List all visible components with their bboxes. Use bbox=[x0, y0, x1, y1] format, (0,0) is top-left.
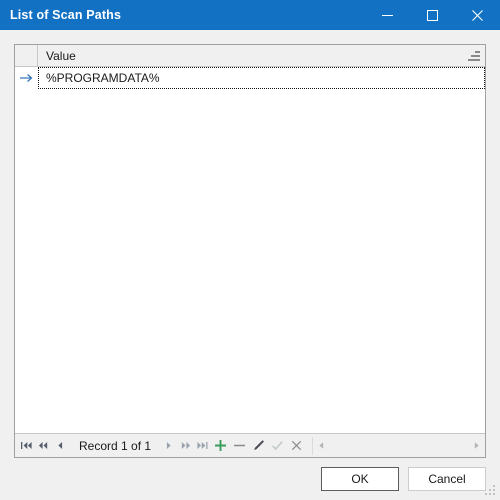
nav-first-record-button[interactable] bbox=[18, 435, 35, 457]
close-button[interactable] bbox=[455, 0, 500, 30]
maximize-icon bbox=[427, 9, 438, 21]
dialog-button-bar: OK Cancel bbox=[0, 458, 500, 500]
nav-post-edit-button[interactable] bbox=[268, 435, 287, 457]
nav-last-record-button[interactable] bbox=[194, 435, 211, 457]
nav-prior-page-button[interactable] bbox=[35, 435, 52, 457]
horizontal-scrollbar[interactable] bbox=[312, 436, 485, 455]
table-row[interactable]: %PROGRAMDATA% bbox=[15, 67, 485, 89]
cancel-button[interactable]: Cancel bbox=[408, 467, 486, 491]
nav-cancel-edit-button[interactable] bbox=[287, 435, 306, 457]
window-title: List of Scan Paths bbox=[10, 8, 122, 22]
cell-value[interactable]: %PROGRAMDATA% bbox=[38, 67, 485, 89]
x-icon bbox=[291, 440, 302, 451]
resize-grip[interactable] bbox=[484, 484, 497, 497]
scrollbar-left-arrow[interactable] bbox=[313, 437, 330, 455]
record-navigator: Record 1 of 1 bbox=[15, 433, 485, 457]
first-record-icon bbox=[20, 441, 33, 450]
scroll-left-icon bbox=[318, 441, 325, 450]
plus-icon bbox=[214, 439, 227, 452]
maximize-button[interactable] bbox=[410, 0, 455, 30]
dialog-window: List of Scan Paths Value %PROGRAMDATA% R… bbox=[0, 0, 500, 500]
scroll-right-icon bbox=[473, 441, 480, 450]
minus-icon bbox=[233, 439, 246, 452]
nav-next-record-button[interactable] bbox=[160, 435, 177, 457]
column-header-label-value: Value bbox=[46, 48, 76, 63]
close-icon bbox=[472, 9, 483, 21]
row-indicator-cell bbox=[15, 67, 38, 89]
scan-paths-grid: Value %PROGRAMDATA% Record 1 of 1 bbox=[14, 44, 486, 458]
grid-header-value-cell[interactable]: Value bbox=[38, 45, 485, 66]
next-page-icon bbox=[180, 441, 191, 450]
grid-body[interactable]: %PROGRAMDATA% bbox=[15, 67, 485, 433]
scrollbar-right-arrow[interactable] bbox=[468, 437, 485, 455]
minimize-button[interactable] bbox=[365, 0, 410, 30]
ok-button[interactable]: OK bbox=[321, 467, 399, 491]
check-icon bbox=[271, 439, 284, 452]
title-bar[interactable]: List of Scan Paths bbox=[0, 0, 500, 30]
pencil-icon bbox=[252, 439, 265, 452]
current-row-arrow-icon bbox=[19, 73, 34, 83]
nav-delete-record-button[interactable] bbox=[230, 435, 249, 457]
column-options-icon[interactable] bbox=[468, 50, 480, 61]
nav-insert-record-button[interactable] bbox=[211, 435, 230, 457]
prior-page-icon bbox=[38, 441, 49, 450]
scrollbar-track[interactable] bbox=[330, 436, 468, 455]
grid-header-indicator-cell bbox=[15, 45, 38, 66]
nav-edit-record-button[interactable] bbox=[249, 435, 268, 457]
nav-next-page-button[interactable] bbox=[177, 435, 194, 457]
record-position-label: Record 1 of 1 bbox=[79, 438, 152, 453]
nav-prior-record-button[interactable] bbox=[52, 435, 69, 457]
next-record-icon bbox=[165, 441, 172, 450]
grid-header-row: Value bbox=[15, 45, 485, 67]
minimize-icon bbox=[382, 10, 393, 21]
prior-record-icon bbox=[57, 441, 64, 450]
last-record-icon bbox=[196, 441, 209, 450]
